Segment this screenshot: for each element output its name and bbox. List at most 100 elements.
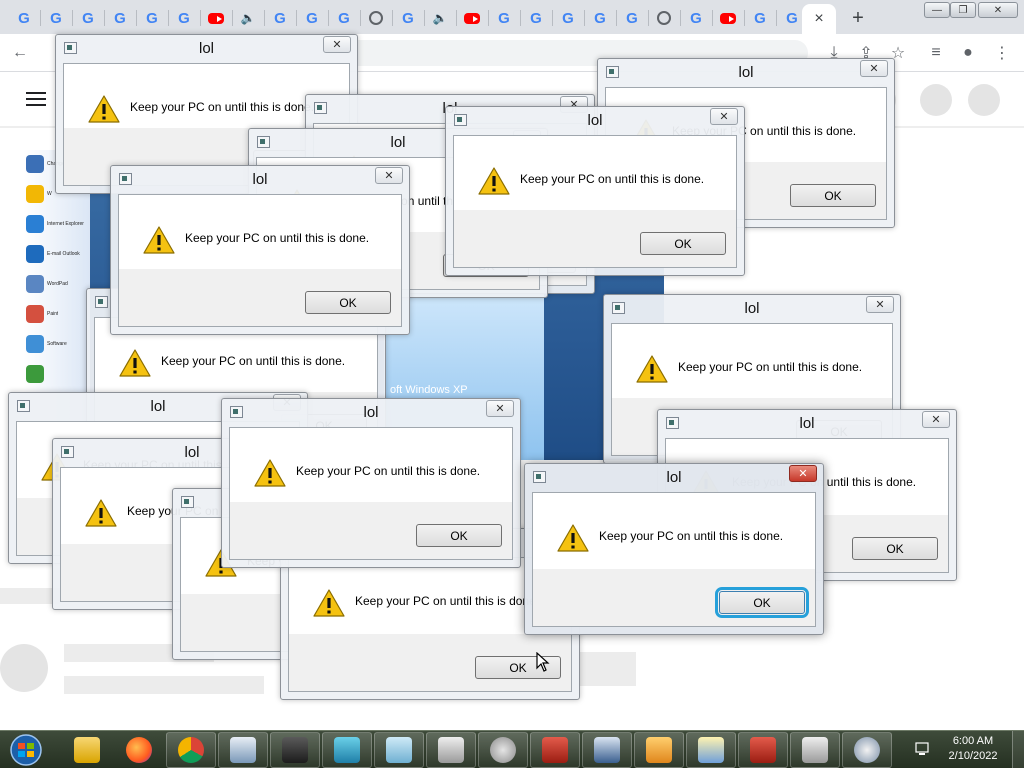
browser-tab[interactable]: G [332, 6, 356, 30]
taskbar-button[interactable] [842, 732, 892, 768]
taskbar-button[interactable] [634, 732, 684, 768]
tab-separator [552, 10, 553, 26]
browser-tab[interactable]: G [140, 6, 164, 30]
browser-tab[interactable]: G [268, 6, 292, 30]
browser-tab[interactable]: G [492, 6, 516, 30]
taskbar-button[interactable] [270, 732, 320, 768]
dialog-title-bar[interactable]: lol ✕ [604, 295, 900, 322]
browser-tab[interactable]: G [556, 6, 580, 30]
browser-tab[interactable]: G [108, 6, 132, 30]
dialog-title-bar[interactable]: lol ✕ [658, 410, 956, 437]
ok-button[interactable]: OK [305, 291, 391, 314]
browser-tab[interactable]: G [172, 6, 196, 30]
menu-kebab-icon[interactable]: ⋮ [992, 43, 1012, 63]
dialog-title-bar[interactable]: lol ✕ [56, 35, 357, 62]
taskbar-button[interactable] [374, 732, 424, 768]
dialog-title-bar[interactable]: lol ✕ [446, 107, 744, 134]
ok-button[interactable]: OK [715, 587, 809, 618]
speaker-icon: 🔈 [432, 11, 448, 25]
browser-tab[interactable]: G [44, 6, 68, 30]
google-icon: G [146, 9, 158, 27]
action-center-flag-icon[interactable] [914, 741, 930, 757]
taskbar-button[interactable] [478, 732, 528, 768]
browser-tab[interactable]: 🔈 [428, 6, 452, 30]
browser-tab[interactable]: G [524, 6, 548, 30]
warning-dialog[interactable]: lol ✕ Keep your PC on until this is done. O… [110, 165, 410, 335]
browser-tab[interactable]: G [684, 6, 708, 30]
media-player-app-icon [646, 737, 672, 763]
new-tab-button[interactable]: + [846, 6, 870, 30]
close-window-button[interactable]: ✕ [978, 2, 1018, 18]
warning-dialog[interactable]: lol ✕ Keep your PC on until this is done. O… [221, 398, 521, 568]
browser-tab[interactable]: G [588, 6, 612, 30]
browser-tab[interactable]: G [300, 6, 324, 30]
dialog-title-bar[interactable]: lol ✕ [525, 464, 823, 491]
dialog-title: lol [587, 112, 603, 129]
tab-close-icon[interactable]: × [814, 10, 823, 28]
dialog-close-button[interactable]: ✕ [866, 296, 894, 313]
taskbar-button[interactable] [738, 732, 788, 768]
dialog-close-button[interactable]: ✕ [710, 108, 738, 125]
google-icon: G [274, 9, 286, 27]
dialog-close-button[interactable]: ✕ [323, 36, 351, 53]
dialog-close-button[interactable]: ✕ [860, 60, 888, 77]
xp-program-icon [26, 275, 44, 293]
taskbar-button[interactable] [166, 732, 216, 768]
taskbar-button[interactable] [582, 732, 632, 768]
browser-tab[interactable] [364, 6, 388, 30]
hamburger-menu-icon[interactable] [26, 92, 46, 106]
browser-tab[interactable]: G [76, 6, 100, 30]
warning-icon [85, 498, 117, 528]
ok-button[interactable]: OK [640, 232, 726, 255]
warning-dialog[interactable]: lol ✕ Keep your PC on until this is done. O… [445, 106, 745, 276]
warning-icon [88, 94, 120, 124]
browser-tab[interactable] [460, 6, 484, 30]
taskbar-button[interactable] [530, 732, 580, 768]
warning-icon [478, 166, 510, 196]
dialog-title-bar[interactable]: lol ✕ [598, 59, 894, 86]
taskbar-button[interactable] [62, 732, 112, 768]
back-arrow-icon[interactable]: ← [10, 43, 30, 63]
show-desktop-button[interactable] [1012, 731, 1024, 768]
media-control-icon[interactable]: ≡ [926, 43, 946, 63]
browser-tab[interactable]: G [396, 6, 420, 30]
taskbar-clock[interactable]: 6:00 AM 2/10/2022 [942, 734, 1004, 764]
clock-date: 2/10/2022 [948, 750, 998, 762]
ok-button[interactable]: OK [790, 184, 876, 207]
xp-program-icon [26, 335, 44, 353]
dialog-close-button[interactable]: ✕ [922, 411, 950, 428]
minimize-button[interactable]: — [924, 2, 950, 18]
dialog-title-bar[interactable]: lol ✕ [111, 166, 409, 193]
windows-start-orb-icon[interactable] [7, 733, 45, 767]
dialog-close-button[interactable]: ✕ [375, 167, 403, 184]
xp-sidebar-label: E-mail Outlook [47, 251, 80, 257]
maximize-button[interactable]: ❐ [950, 2, 976, 18]
taskbar-button[interactable] [218, 732, 268, 768]
taskbar-button[interactable] [790, 732, 840, 768]
browser-tab[interactable] [716, 6, 740, 30]
profile-avatar-icon[interactable]: ● [958, 43, 978, 63]
dialog-title: lol [799, 415, 815, 432]
dialog-title-bar[interactable]: lol ✕ [222, 399, 520, 426]
active-tab[interactable]: × [802, 4, 836, 34]
warning-icon [254, 458, 286, 488]
browser-tab[interactable]: G [620, 6, 644, 30]
browser-tab[interactable] [204, 6, 228, 30]
dialog-close-button[interactable]: ✕ [789, 465, 817, 482]
ok-button[interactable]: OK [416, 524, 502, 547]
browser-tab[interactable]: 🔈 [236, 6, 260, 30]
tab-separator [392, 10, 393, 26]
browser-tab[interactable]: G [12, 6, 36, 30]
browser-tab[interactable] [652, 6, 676, 30]
taskbar-button[interactable] [322, 732, 372, 768]
taskbar-button[interactable] [686, 732, 736, 768]
browser-tab[interactable]: G [780, 6, 804, 30]
warning-dialog[interactable]: lol ✕ Keep your PC on until this is done. O… [524, 463, 824, 635]
google-icon: G [18, 9, 30, 27]
taskbar-button[interactable] [426, 732, 476, 768]
browser-tab[interactable]: G [748, 6, 772, 30]
wordpress-icon [369, 11, 383, 25]
taskbar-button[interactable] [114, 732, 164, 768]
ok-button[interactable]: OK [852, 537, 938, 560]
dialog-close-button[interactable]: ✕ [486, 400, 514, 417]
